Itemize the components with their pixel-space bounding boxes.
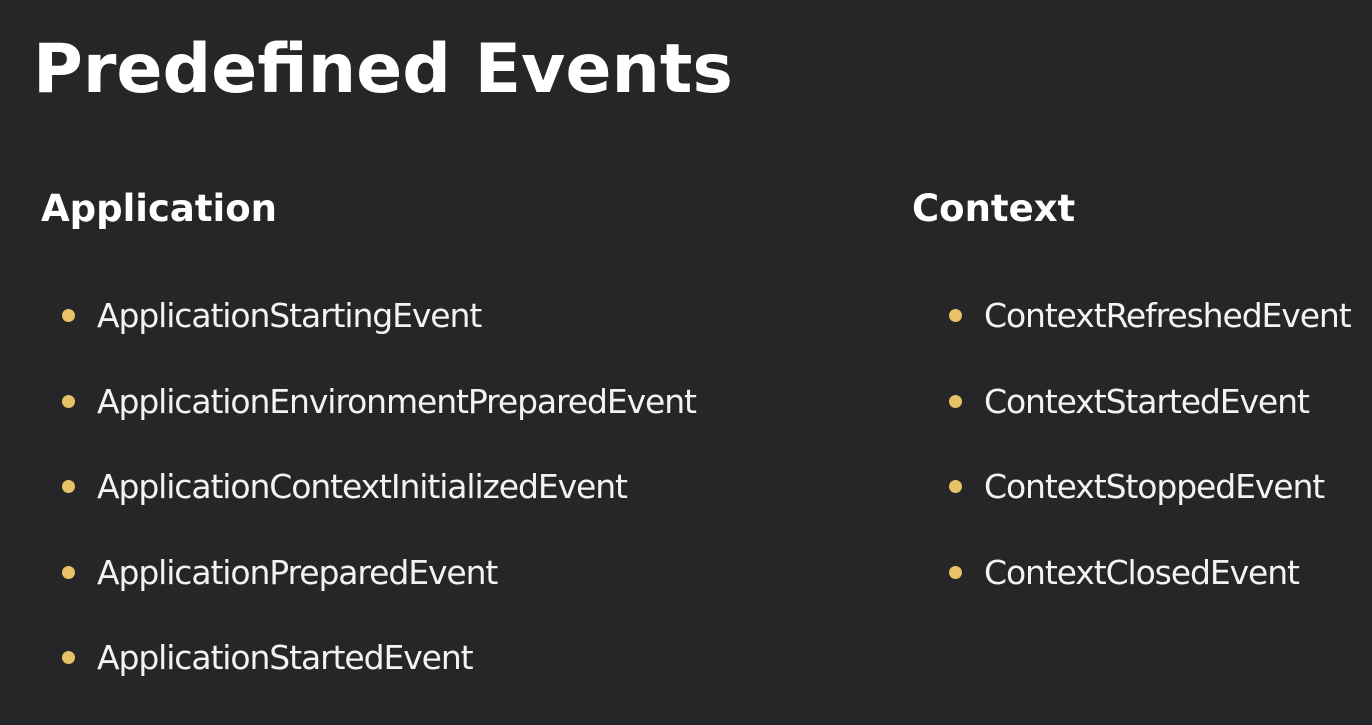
application-heading: Application <box>41 187 278 230</box>
context-column: Context ContextRefreshedEvent ContextSta… <box>912 184 1352 592</box>
event-name: ApplicationContextInitializedEvent <box>97 467 628 506</box>
list-item: ApplicationEnvironmentPreparedEvent <box>41 374 697 460</box>
slide-title: Predefined Events <box>33 30 733 109</box>
bullet-dot-icon <box>949 565 962 579</box>
bullet-dot-icon <box>949 480 962 493</box>
context-heading: Context <box>912 187 1076 230</box>
bullet-dot-icon <box>62 480 75 493</box>
event-name: ApplicationPreparedEvent <box>97 552 498 592</box>
list-item: ApplicationPreparedEvent <box>41 545 696 631</box>
bullet-dot-icon <box>62 394 75 408</box>
bullet-dot-icon <box>62 565 75 579</box>
slide: Predefined Events Application Applicatio… <box>0 0 1372 725</box>
list-item: ApplicationStartedEvent <box>41 630 696 716</box>
event-name: ContextStoppedEvent <box>984 467 1325 506</box>
list-item: ContextStartedEvent <box>912 374 1351 460</box>
bullet-dot-icon <box>62 309 75 322</box>
list-item: ContextRefreshedEvent <box>912 288 1352 374</box>
event-name: ContextStartedEvent <box>984 381 1310 421</box>
event-name: ContextRefreshedEvent <box>984 296 1352 335</box>
context-event-list: ContextRefreshedEvent ContextStartedEven… <box>912 288 1352 631</box>
event-name: ApplicationStartingEvent <box>97 296 482 335</box>
application-event-list: ApplicationStartingEvent ApplicationEnvi… <box>41 288 697 716</box>
list-item: ContextClosedEvent <box>912 545 1351 631</box>
event-name: ApplicationEnvironmentPreparedEvent <box>97 381 697 421</box>
list-item: ApplicationContextInitializedEvent <box>41 459 696 545</box>
event-name: ContextClosedEvent <box>984 552 1300 592</box>
bullet-dot-icon <box>62 651 75 664</box>
list-item: ContextStoppedEvent <box>912 459 1351 545</box>
bullet-dot-icon <box>949 309 962 322</box>
event-name: ApplicationStartedEvent <box>97 638 474 677</box>
list-item: ApplicationStartingEvent <box>41 288 696 374</box>
bullet-dot-icon <box>949 394 962 408</box>
application-column: Application ApplicationStartingEvent App… <box>41 184 697 677</box>
